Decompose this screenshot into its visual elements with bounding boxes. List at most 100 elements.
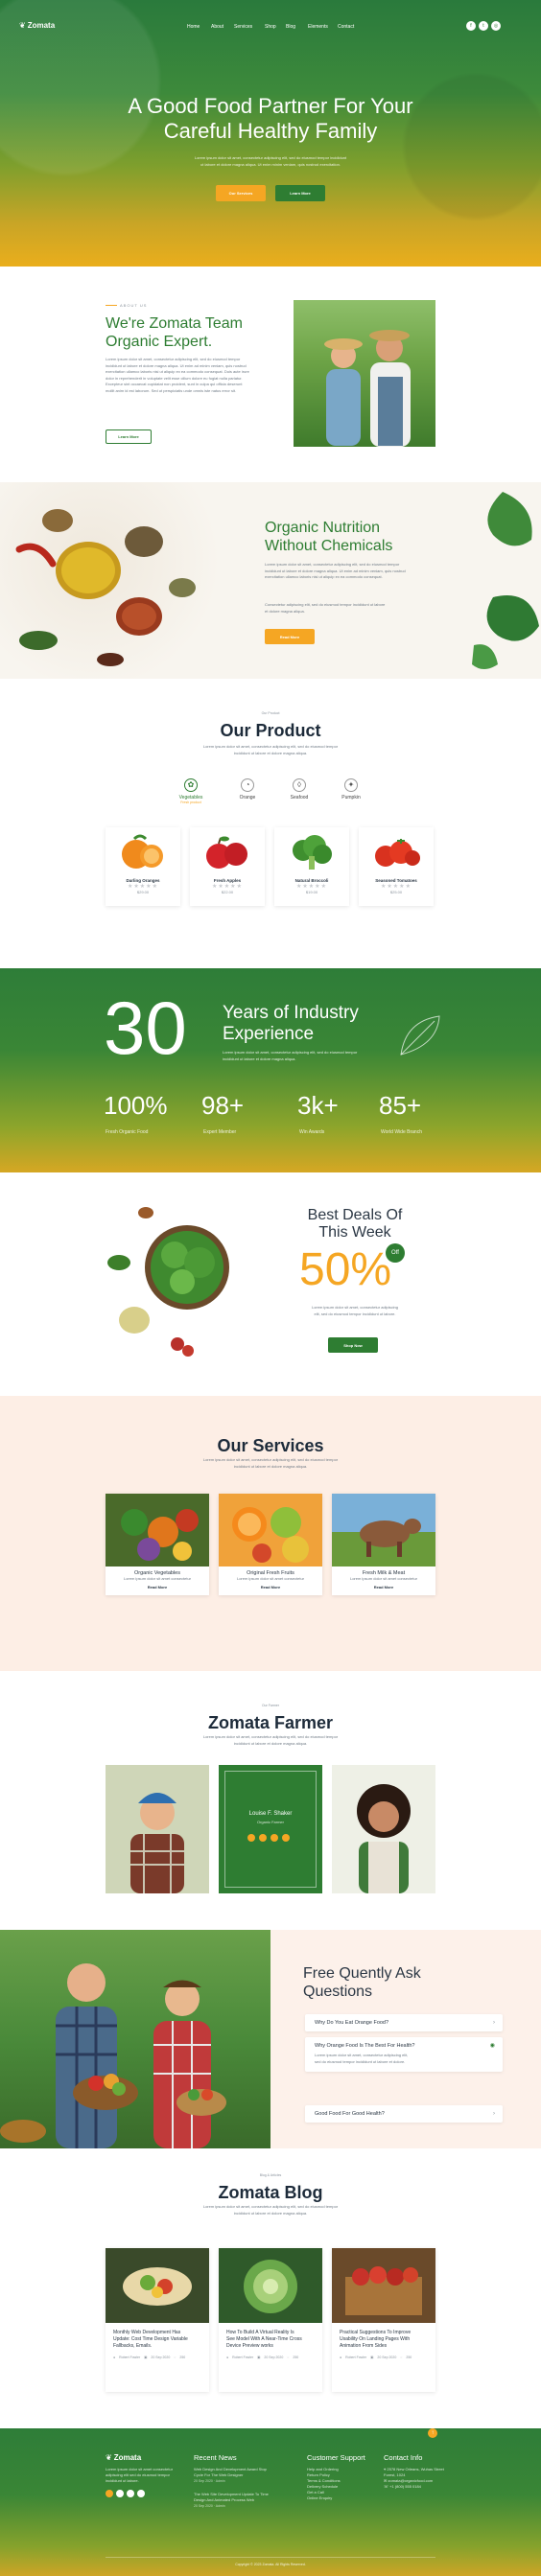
services-title: Our Services <box>217 1436 324 1455</box>
nutrition-read-more-button[interactable]: Read More <box>265 629 315 644</box>
tab-sub: Fresh product <box>180 801 201 804</box>
about-paragraph: Lorem ipsum dolor sit amet, consectetur … <box>106 357 278 394</box>
product-tab-seafood[interactable]: ◊ Seafood <box>282 778 317 801</box>
tab-label: Seafood <box>290 795 309 801</box>
salad-bowl-image <box>107 1207 229 1357</box>
facebook-icon[interactable] <box>106 2490 113 2497</box>
nav-elements[interactable]: Elements <box>308 24 328 30</box>
products-eyebrow: Our Product <box>261 711 280 715</box>
nutrition-title-line1: Organic Nutrition <box>265 520 381 536</box>
service-read-more-link[interactable]: Read More <box>219 1585 322 1590</box>
nav-blog[interactable]: Blog <box>286 24 295 30</box>
blog-title-line: Practical Suggestions To Improve <box>340 2330 412 2335</box>
calendar-icon: ▣ <box>144 2356 148 2359</box>
scroll-top-button[interactable]: ↑ <box>428 2428 437 2438</box>
footer-divider <box>106 2557 435 2558</box>
service-card[interactable]: Organic Vegetables Lorem ipsum dolor sit… <box>106 1494 209 1595</box>
blog-title-line: Device Preview works <box>226 2343 273 2349</box>
farmer-card[interactable] <box>106 1765 209 1893</box>
blog-title-line: Usability On Landing Pages With <box>340 2336 411 2342</box>
farmers-illustration <box>324 330 411 447</box>
footer-news-item[interactable]: Web Design And Development Award Stop Cy… <box>194 2467 290 2484</box>
brand-name: Zomata <box>27 21 56 30</box>
learn-more-button[interactable]: Learn More <box>275 185 325 201</box>
stats-section: 30 Years of Industry Experience Lorem ip… <box>0 968 541 1172</box>
products-subtitle: Lorem ipsum dolor sit amet, consectetur … <box>0 744 541 756</box>
faq-item[interactable]: Why Do You Eat Orange Food? › <box>305 2014 503 2031</box>
deals-title: Best Deals Of This Week <box>288 1207 422 1242</box>
off-badge: Off <box>386 1243 405 1263</box>
faq-item-open[interactable]: Why Orange Food Is The Best For Health? … <box>305 2037 503 2072</box>
nav-about[interactable]: About <box>211 24 223 30</box>
service-card[interactable]: Original Fresh Fruits Lorem ipsum dolor … <box>219 1494 322 1595</box>
comment-icon: ◌ <box>174 2356 176 2359</box>
hero-title-line2: Careful Healthy Family <box>163 119 378 143</box>
service-card[interactable]: Fresh Milk & Meat Lorem ipsum dolor sit … <box>332 1494 435 1595</box>
about-title-line2: Organic Expert. <box>106 334 213 350</box>
stats-title-line2: Experience <box>223 1024 315 1044</box>
about-section: ABOUT US We're Zomata Team Organic Exper… <box>0 267 541 482</box>
support-link[interactable]: Online Enquiry <box>307 2495 341 2501</box>
product-tab-pumpkin[interactable]: ✦ Pumpkin <box>334 778 368 801</box>
footer-news-title: Recent News <box>194 2453 237 2462</box>
footer-news-item[interactable]: The Web Site Development Update To Time … <box>194 2492 290 2509</box>
facebook-icon[interactable] <box>247 1834 255 1842</box>
footer-brand[interactable]: ❦ Zomata <box>106 2453 141 2462</box>
nav-home[interactable]: Home <box>187 24 200 30</box>
nav-contact[interactable]: Contact <box>338 24 354 30</box>
farmer-card-featured[interactable]: Louise F. Shaker Organic Farmer <box>219 1765 322 1893</box>
product-card[interactable]: Darling Oranges ★★★★★ $29.00 <box>106 827 180 906</box>
stat-label: World Wide Branch <box>381 1129 422 1135</box>
shop-now-button[interactable]: Shop Now <box>328 1337 378 1353</box>
faq-title-line2: Questions <box>303 1984 373 2000</box>
calendar-icon: ▣ <box>257 2356 261 2359</box>
twitter-icon[interactable] <box>259 1834 267 1842</box>
blog-card[interactable]: Practical Suggestions To Improve Usabili… <box>332 2248 435 2392</box>
farmer-card[interactable] <box>332 1765 435 1893</box>
youtube-icon[interactable] <box>137 2490 145 2497</box>
product-tab-vegetables[interactable]: ✿ Vegetables Fresh product <box>174 778 208 804</box>
deals-title-line1: Best Deals Of <box>307 1207 403 1223</box>
product-card[interactable]: Fresh Apples ★★★★★ $22.00 <box>190 827 265 906</box>
linkedin-icon[interactable] <box>282 1834 290 1842</box>
facebook-icon[interactable]: f <box>466 21 476 31</box>
news-date: 20 Sep 2020 <box>194 2479 213 2483</box>
tab-label: Orange <box>239 795 256 801</box>
nav-services[interactable]: Services <box>234 24 252 30</box>
nav-shop[interactable]: Shop <box>265 24 276 30</box>
blog-date: 20 Sep 2020 <box>151 2356 171 2359</box>
service-desc: Lorem ipsum dolor sit amet consectetur <box>219 1576 322 1583</box>
blog-title-line: How To Build A Virtual Reality Is <box>226 2330 294 2335</box>
service-read-more-link[interactable]: Read More <box>332 1585 435 1590</box>
faq-item[interactable]: Good Food For Good Health? › <box>305 2105 503 2123</box>
service-read-more-link[interactable]: Read More <box>106 1585 209 1590</box>
product-price: $25.00 <box>389 890 403 894</box>
product-card[interactable]: Natural Broccoli ★★★★★ $19.00 <box>274 827 349 906</box>
blog-card[interactable]: How To Build A Virtual Reality Is See Mo… <box>219 2248 322 2392</box>
blog-card[interactable]: Monthly Web Development Has Update: Cost… <box>106 2248 209 2392</box>
product-card[interactable]: Seasoned Tomatoes ★★★★★ $25.00 <box>359 827 434 906</box>
instagram-icon[interactable]: ◎ <box>491 21 501 31</box>
blog-date: 20 Sep 2020 <box>264 2356 284 2359</box>
about-learn-more-button[interactable]: Learn More <box>106 429 152 444</box>
twitter-icon[interactable] <box>116 2490 124 2497</box>
blog-title-line: Fallbacks, Emails. <box>113 2343 153 2349</box>
nutrition-para-line: et dolore magna aliqua. <box>265 608 305 614</box>
instagram-icon[interactable] <box>127 2490 134 2497</box>
blog-post-title: Monthly Web Development Has Update: Cost… <box>106 2324 209 2350</box>
services-section: Our Services Lorem ipsum dolor sit amet,… <box>0 1396 541 1671</box>
chevron-icon: › <box>493 2020 495 2026</box>
contact-phone[interactable]: ☏ +1 (800) 555 0184 <box>384 2484 445 2490</box>
blog-date: 20 Sep 2020 <box>377 2356 397 2359</box>
our-services-button[interactable]: Our Services <box>216 185 266 201</box>
nutrition-para-line: exercitation ullamco laboris nisi ut ali… <box>265 574 383 579</box>
brand-logo[interactable]: ❦ Zomata <box>19 21 55 30</box>
user-icon: ● <box>226 2356 229 2359</box>
blog-title-line: Animation From Sides <box>340 2343 388 2349</box>
product-tab-orange[interactable]: ◔ Orange <box>230 778 265 801</box>
twitter-icon[interactable]: t <box>479 21 488 31</box>
farmers-basket-illustration <box>0 1963 226 2148</box>
instagram-icon[interactable] <box>270 1834 278 1842</box>
seafood-icon: ◊ <box>293 778 306 792</box>
leaf-logo-icon: ❦ <box>106 2453 112 2462</box>
